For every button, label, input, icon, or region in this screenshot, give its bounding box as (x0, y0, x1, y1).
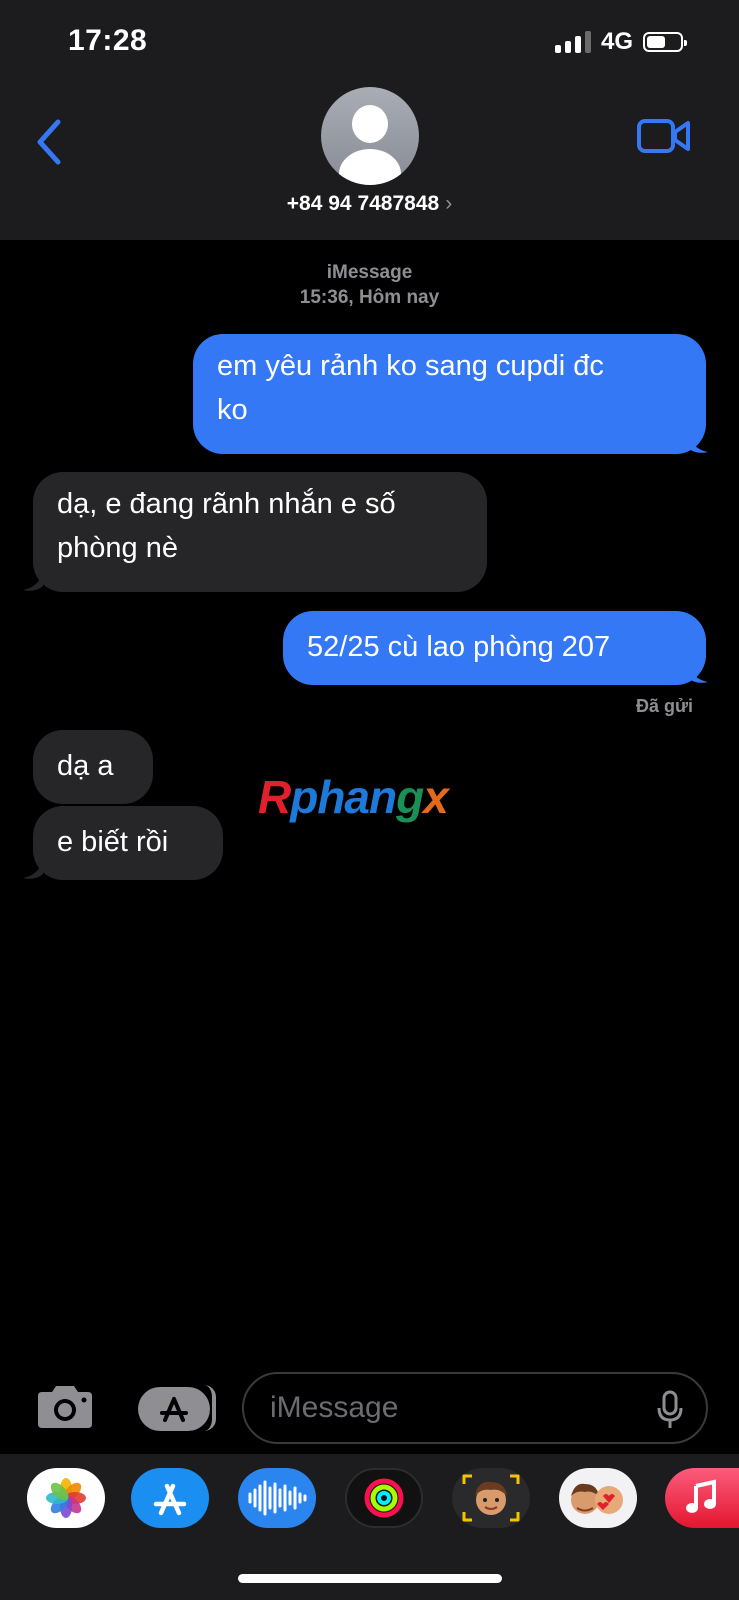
memoji-stickers-app-icon[interactable] (559, 1468, 637, 1528)
chevron-right-icon: › (445, 192, 453, 215)
signal-icon (554, 31, 591, 53)
photos-app-icon[interactable] (27, 1468, 105, 1528)
music-app-icon[interactable] (665, 1468, 739, 1528)
status-time: 17:28 (68, 24, 148, 57)
memoji-app-icon[interactable] (452, 1468, 530, 1528)
contact-name[interactable]: +84 94 7487848 › (0, 192, 739, 216)
message-text-line: em yêu rảnh ko sang cupdi đc (217, 350, 604, 382)
status-indicators: 4G (554, 28, 687, 56)
home-indicator[interactable] (238, 1574, 502, 1583)
message-bubble-outgoing[interactable]: em yêu rảnh ko sang cupdi đc ko (193, 334, 706, 454)
app-store-app-icon[interactable] (131, 1468, 209, 1528)
back-chevron-icon[interactable] (30, 118, 70, 166)
app-store-drawer-button[interactable] (138, 1385, 216, 1431)
contact-avatar[interactable] (321, 87, 419, 185)
message-text-line: ko (217, 394, 248, 426)
message-bubble-incoming[interactable]: dạ a (33, 730, 153, 804)
activity-app-icon[interactable] (345, 1468, 423, 1528)
watermark-logo: Rphangx (258, 771, 449, 823)
video-call-icon[interactable] (636, 116, 692, 156)
service-label: iMessage (326, 262, 413, 283)
message-input[interactable]: iMessage (242, 1372, 708, 1444)
message-timestamp: 15:36, Hôm nay (299, 287, 440, 308)
message-text-line: 52/25 cù lao phòng 207 (307, 631, 611, 663)
network-type: 4G (600, 28, 633, 55)
camera-icon[interactable] (34, 1384, 96, 1430)
message-text-line: e biết rồi (57, 826, 169, 858)
message-bubble-outgoing[interactable]: 52/25 cù lao phòng 207 (283, 611, 706, 685)
message-text-line: phòng nè (57, 532, 178, 564)
app-store-icon (160, 1397, 188, 1422)
message-bubble-incoming[interactable]: e biết rồi (33, 806, 223, 880)
audio-message-app-icon[interactable] (238, 1468, 316, 1528)
message-text-line: dạ, e đang rãnh nhắn e số (57, 488, 396, 520)
microphone-icon[interactable] (656, 1390, 684, 1430)
message-bubble-incoming[interactable]: dạ, e đang rãnh nhắn e số phòng nè (33, 472, 487, 592)
delivered-status: Đã gửi (635, 696, 693, 716)
message-input-placeholder: iMessage (270, 1391, 399, 1424)
message-text-line: dạ a (57, 750, 114, 782)
battery-icon (643, 32, 687, 52)
